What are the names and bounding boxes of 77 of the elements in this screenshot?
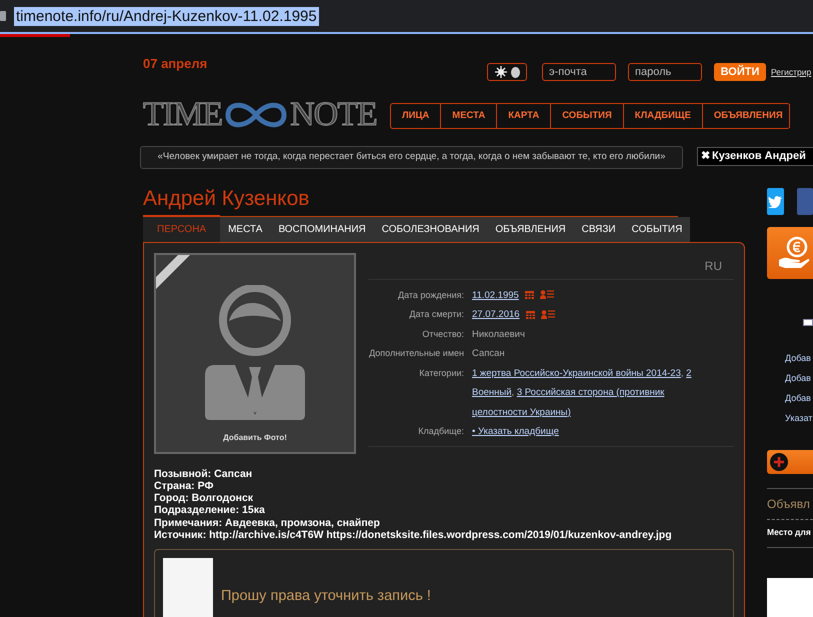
nav-link[interactable]: ЛИЦА <box>391 104 442 128</box>
tab[interactable]: СОБЫТИЯ <box>624 216 690 242</box>
toggle-knob[interactable] <box>510 66 520 78</box>
theme-toggle[interactable] <box>487 63 527 81</box>
silhouette-placeholder <box>163 558 213 617</box>
date-link[interactable]: 11.02.1995 <box>472 290 519 300</box>
photo-placeholder[interactable]: Добавить Фото! <box>154 252 356 454</box>
add-button[interactable] <box>767 450 813 474</box>
field-label: Дата рождения: <box>397 288 465 302</box>
bio-line: Позывной: Сапсан <box>154 468 254 480</box>
loading-bar <box>0 34 70 37</box>
category-link[interactable]: • Указать кладбище <box>472 426 559 437</box>
field-value: Сапсан <box>472 348 505 359</box>
field-label: Кладбище: <box>417 425 465 438</box>
sidebar-link[interactable]: Добав <box>785 352 811 364</box>
person-name-heading: Андрей Кузенков <box>143 186 310 210</box>
nav-link[interactable]: КАРТА <box>497 104 552 128</box>
tab[interactable]: СВЯЗИ <box>574 216 624 242</box>
date-text: 07 апреля <box>143 55 208 73</box>
lock-icon <box>0 11 6 21</box>
donate-button[interactable] <box>767 227 813 279</box>
person-card-icon[interactable] <box>540 310 555 319</box>
social-button[interactable] <box>796 188 813 215</box>
category-link[interactable]: целостности Украины) <box>472 406 571 418</box>
field-label: Дата смерти: <box>408 308 465 321</box>
close-icon[interactable]: ✖ <box>701 148 710 165</box>
email-field[interactable]: э-почта <box>542 63 616 81</box>
quote-text: «Человек умирает не тогда, когда перестает биться его сердце, а тогда, когда о нем забывают те, кто его любили» <box>140 146 683 168</box>
comma-text: , <box>512 387 514 398</box>
nav-link[interactable]: МЕСТА <box>441 104 498 128</box>
comma-text: , <box>680 368 684 378</box>
plus-icon <box>770 453 788 471</box>
language-label[interactable]: RU <box>368 252 734 278</box>
sun-icon <box>494 66 506 78</box>
url-text[interactable]: timenote.info/ru/Andrej-Kuzenkov-11.02.1995 <box>14 6 319 26</box>
add-photo-text[interactable]: Добавить Фото! <box>223 432 287 444</box>
request-text: Прошу права уточнить запись ! <box>221 587 431 606</box>
date-link[interactable]: 27.07.2016 <box>472 309 520 320</box>
tab[interactable]: МЕСТА <box>220 216 270 242</box>
nav-link[interactable]: ОБЪЯВЛЕНИЯ <box>702 104 790 128</box>
bio-line: Источник: http://archive.is/c4T6W https://donetsksite.files.wordpress.com/2019/01/kuzenkov-andrey.jpg <box>154 528 673 542</box>
ribbon-icon <box>156 254 190 288</box>
coin-hand-icon <box>777 236 811 270</box>
sidebar-link[interactable]: Добав <box>785 392 811 404</box>
sidebar-link[interactable]: Указат <box>785 412 812 424</box>
sidebar-link[interactable]: Добав <box>785 372 811 384</box>
bio-line: Город: Волгодонск <box>154 492 254 504</box>
calendar-icon[interactable] <box>526 310 535 319</box>
tab[interactable]: СОБОЛЕЗНОВАНИЯ <box>374 216 488 242</box>
category-link[interactable]: 1 жертва Российско-Украинской войны 2014-23 <box>472 368 681 378</box>
field-label: Категории: <box>418 366 465 380</box>
recent-person-field[interactable]: ✖ Кузенков Андрей <box>697 147 813 166</box>
field-label: Дополнительные имен <box>368 347 465 360</box>
tab[interactable]: ВОСПОМИНАНИЯ <box>270 216 374 242</box>
register-link[interactable]: Регистрир <box>771 66 812 78</box>
ads-title: Объявл <box>767 488 813 520</box>
bio-line: Примечания: Авдеевка, промзона, снайпер <box>154 516 381 529</box>
field-label: Отчество: <box>421 328 465 340</box>
bio-line: Страна: РФ <box>154 480 214 492</box>
category-link[interactable]: 2 <box>686 368 692 378</box>
bird-icon <box>768 196 782 208</box>
person-card-icon[interactable] <box>540 290 554 300</box>
tab[interactable]: ОБЪЯВЛЕНИЯ <box>487 216 574 242</box>
password-field[interactable]: пароль <box>628 63 702 81</box>
twitter-button[interactable] <box>767 188 784 215</box>
nav-link[interactable]: КЛАДБИЩЕ <box>624 104 703 128</box>
logo-text: NOTE <box>290 98 377 132</box>
category-link[interactable]: 3 Российская сторона (противник <box>516 387 664 398</box>
nav-link[interactable]: СОБЫТИЯ <box>551 104 624 128</box>
bio-line: Подразделение: 15ка <box>154 504 266 517</box>
calendar-icon[interactable] <box>524 290 534 300</box>
logo-text: TIME <box>143 98 222 132</box>
field-value: Николаевич <box>472 328 525 340</box>
person-name: Кузенков Андрей <box>712 149 806 164</box>
category-link[interactable]: Военный <box>472 387 512 398</box>
ads-text: Место для <box>767 526 813 548</box>
payment-card-icon <box>803 319 813 326</box>
